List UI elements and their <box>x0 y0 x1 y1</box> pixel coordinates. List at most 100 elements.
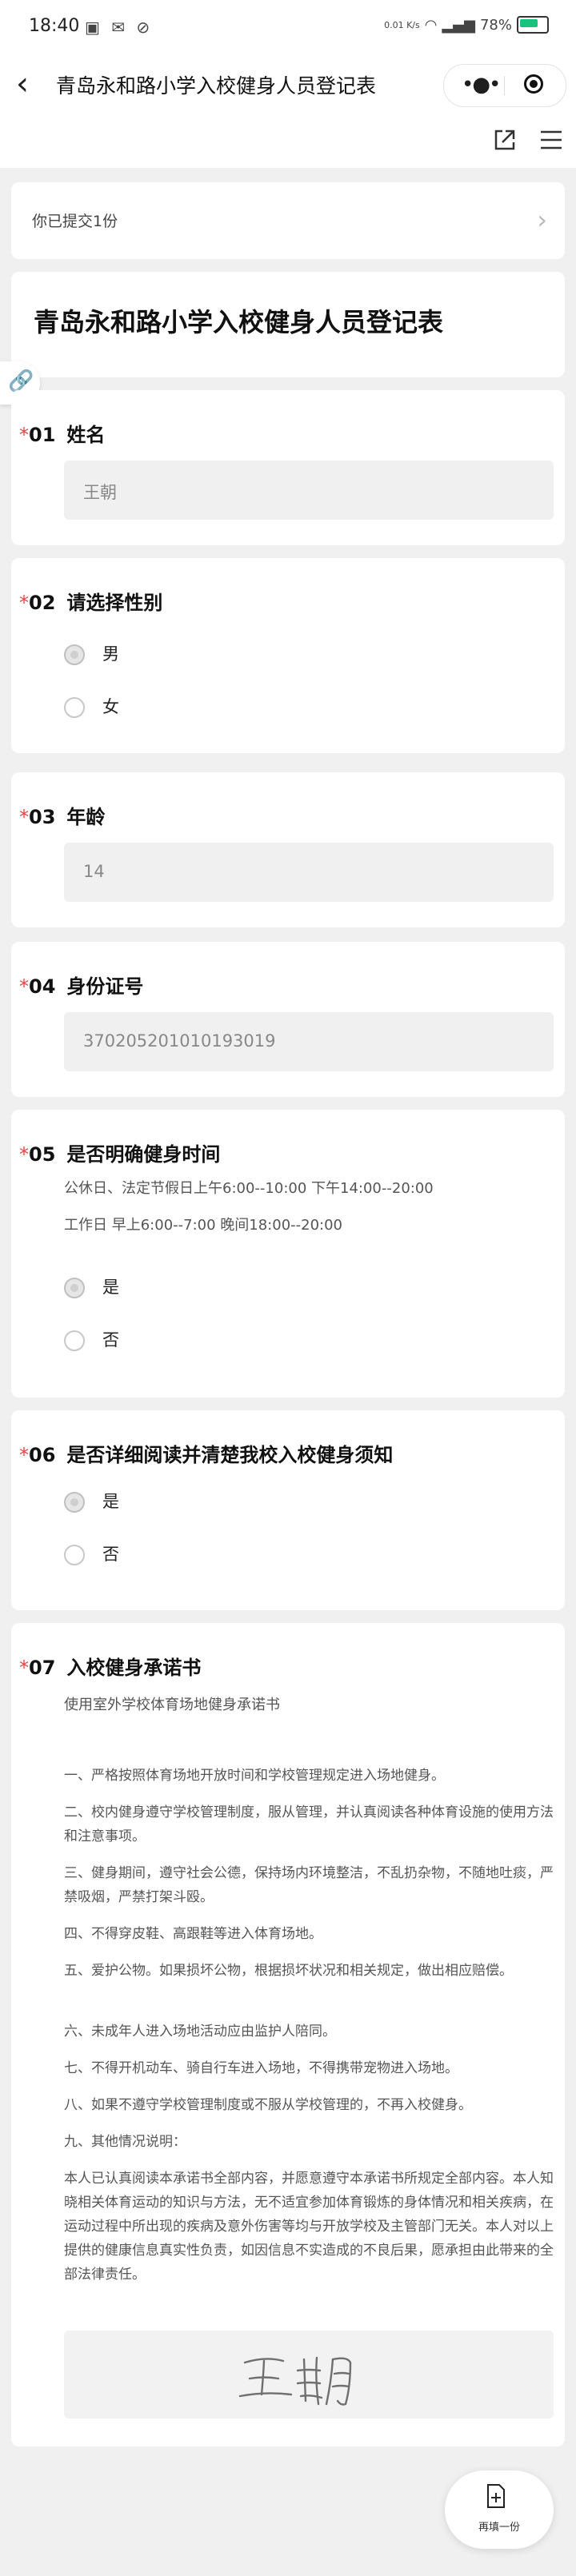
commitment-item: 八、如果不遵守学校管理制度或不服从学校管理的，不再入校健身。 <box>64 2097 472 2113</box>
question-label: 是否详细阅读并清楚我校入校健身须知 <box>66 1444 394 1466</box>
signature-image <box>238 2356 352 2406</box>
option-no[interactable]: 否 <box>64 1541 119 1565</box>
option-label: 男 <box>102 644 119 664</box>
question-header: *07 入校健身承诺书 <box>19 1652 201 1680</box>
radio-icon <box>64 1545 85 1565</box>
question-age: *03 年龄 14 <box>11 772 565 927</box>
question-header: *04 身份证号 <box>19 971 143 999</box>
question-number: 06 <box>29 1444 56 1466</box>
close-target-icon[interactable] <box>524 74 543 94</box>
toolbar <box>0 112 576 168</box>
question-number: 05 <box>29 1143 56 1166</box>
question-gender: *02 请选择性别 男 女 <box>11 558 565 753</box>
submitted-count-row[interactable]: 你已提交1份 › <box>11 182 565 259</box>
question-label: 身份证号 <box>66 975 144 998</box>
form-title: 青岛永和路小学入校健身人员登记表 <box>34 307 444 337</box>
question-id-number: *04 身份证号 370205201010193019 <box>11 942 565 1097</box>
option-female[interactable]: 女 <box>64 694 119 718</box>
status-bar: 18:40 ▣ ✉ ⊘ 0.01 K/s ◠ ▂▄▆ 78% <box>0 0 576 56</box>
signature-pad[interactable] <box>64 2331 554 2418</box>
required-mark: * <box>19 1657 29 1679</box>
chevron-right-icon: › <box>537 205 547 235</box>
required-mark: * <box>19 806 29 828</box>
required-mark: * <box>19 592 29 614</box>
question-description: 公休日、法定节假日上午6:00--10:00 下午14:00--20:00 <box>64 1180 434 1197</box>
commitment-statement: 本人已认真阅读本承诺书全部内容，并愿意遵守本承诺书所规定全部内容。本人知晓相关体… <box>64 2171 554 2283</box>
fill-again-label: 再填一份 <box>478 2522 520 2534</box>
commitment-item: 三、健身期间，遵守社会公德，保持场内环境整洁，不乱扔杂物，不随地吐痰，严禁吸烟，… <box>64 1865 554 1905</box>
question-label: 姓名 <box>66 424 106 446</box>
wifi-icon: ◠ <box>424 16 438 34</box>
more-icon[interactable]: •●• <box>462 73 501 97</box>
commitment-item: 四、不得穿皮鞋、高跟鞋等进入体育场地。 <box>64 1926 322 1942</box>
capsule-divider <box>504 76 505 95</box>
network-speed: 0.01 K/s <box>384 19 420 30</box>
share-icon[interactable] <box>491 126 518 154</box>
id-number-value: 370205201010193019 <box>83 1031 276 1051</box>
question-header: *06 是否详细阅读并清楚我校入校健身须知 <box>19 1439 393 1467</box>
commitment-item: 一、严格按照体育场地开放时间和学校管理规定进入场地健身。 <box>64 1768 445 1784</box>
question-header: *05 是否明确健身时间 <box>19 1138 220 1166</box>
commitment-item: 六、未成年人进入场地活动应由监护人陪同。 <box>64 2024 336 2040</box>
signal-icon: ▂▄▆ <box>442 16 475 34</box>
option-label: 是 <box>102 1278 119 1297</box>
radio-selected-icon <box>64 1278 85 1298</box>
notification-icons: ▣ ✉ ⊘ <box>85 18 154 37</box>
option-male[interactable]: 男 <box>64 641 119 665</box>
question-header: *02 请选择性别 <box>19 587 162 615</box>
nav-bar: ‹ 青岛永和路小学入校健身人员登记表 •●• <box>0 56 576 112</box>
status-time: 18:40 <box>29 16 80 36</box>
fill-again-button[interactable]: 再填一份 <box>445 2470 554 2549</box>
question-name: *01 姓名 王朝 <box>11 390 565 545</box>
question-label: 年龄 <box>66 806 106 828</box>
question-label: 请选择性别 <box>66 592 163 614</box>
required-mark: * <box>19 424 29 446</box>
age-value: 14 <box>83 862 105 881</box>
commitment-item: 二、校内健身遵守学校管理制度，服从管理，并认真阅读各种体育设施的使用方法和注意事… <box>64 1804 554 1844</box>
question-number: 02 <box>29 592 56 614</box>
name-value: 王朝 <box>83 483 117 502</box>
add-document-icon <box>487 2484 505 2508</box>
id-number-input[interactable]: 370205201010193019 <box>64 1012 554 1071</box>
back-arrow-icon[interactable]: ‹ <box>16 66 29 102</box>
question-commitment: *07 入校健身承诺书 使用室外学校体育场地健身承诺书 一、严格按照体育场地开放时… <box>11 1623 565 2446</box>
menu-icon[interactable] <box>538 126 565 154</box>
required-mark: * <box>19 975 29 998</box>
question-header: *01 姓名 <box>19 419 105 447</box>
form-header: 青岛永和路小学入校健身人员登记表 <box>11 272 565 377</box>
option-label: 否 <box>102 1545 119 1564</box>
commitment-item: 五、爱护公物。如果损坏公物，根据损坏状况和相关规定，做出相应赔偿。 <box>64 1963 513 1979</box>
question-read-notice: *06 是否详细阅读并清楚我校入校健身须知 是 否 <box>11 1410 565 1610</box>
mini-program-capsule: •●• <box>443 64 566 107</box>
battery-percent: 78% <box>479 16 512 34</box>
status-right: 0.01 K/s ◠ ▂▄▆ 78% <box>384 16 549 34</box>
radio-icon <box>64 697 85 718</box>
radio-selected-icon <box>64 1492 85 1513</box>
question-number: 01 <box>29 424 56 446</box>
radio-icon <box>64 1330 85 1351</box>
option-yes[interactable]: 是 <box>64 1274 119 1298</box>
battery-icon <box>517 16 549 34</box>
commitment-item: 七、不得开机动车、骑自行车进入场地，不得携带宠物进入场地。 <box>64 2060 458 2076</box>
question-header: *03 年龄 <box>19 801 105 829</box>
submitted-text: 你已提交1份 <box>32 213 118 230</box>
question-label: 是否明确健身时间 <box>66 1143 221 1166</box>
question-number: 07 <box>29 1657 56 1679</box>
question-number: 03 <box>29 806 56 828</box>
option-label: 是 <box>102 1492 119 1511</box>
nav-title: 青岛永和路小学入校健身人员登记表 <box>56 74 377 98</box>
question-description: 工作日 早上6:00--7:00 晚间18:00--20:00 <box>64 1217 343 1234</box>
question-fitness-time: *05 是否明确健身时间 公休日、法定节假日上午6:00--10:00 下午14:… <box>11 1110 565 1398</box>
option-yes[interactable]: 是 <box>64 1489 119 1513</box>
question-number: 04 <box>29 975 56 998</box>
name-input[interactable]: 王朝 <box>64 461 554 520</box>
battery-fill <box>520 19 538 27</box>
option-label: 否 <box>102 1330 119 1350</box>
age-input[interactable]: 14 <box>64 843 554 902</box>
required-mark: * <box>19 1444 29 1466</box>
commitment-item: 九、其他情况说明： <box>64 2134 186 2150</box>
commitment-subtitle: 使用室外学校体育场地健身承诺书 <box>64 1697 280 1713</box>
question-label: 入校健身承诺书 <box>66 1657 202 1679</box>
option-no[interactable]: 否 <box>64 1327 119 1351</box>
required-mark: * <box>19 1143 29 1166</box>
